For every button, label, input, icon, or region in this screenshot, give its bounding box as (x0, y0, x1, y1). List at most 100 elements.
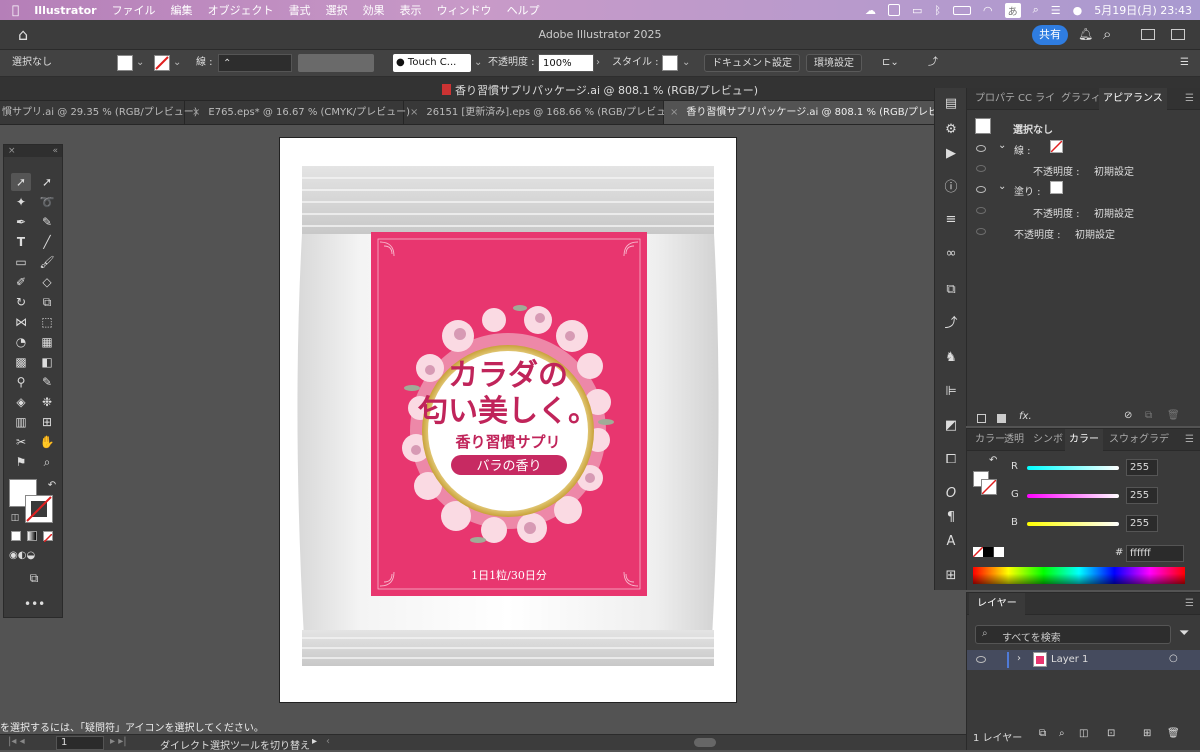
zoom-tool-icon[interactable]: ⌕ (37, 453, 57, 471)
opacity-arrow-icon[interactable]: › (596, 54, 600, 72)
r-value[interactable]: 255 (1126, 459, 1158, 476)
align-icon[interactable]: ⊏⌄ (882, 54, 899, 72)
scale-tool-icon[interactable]: ⧉ (37, 293, 57, 311)
target-icon[interactable]: ○ (1169, 653, 1178, 664)
export-icon[interactable]: ⤴ (928, 54, 938, 72)
opacity-field[interactable]: 100% (538, 54, 594, 72)
tab-document-2[interactable]: × E765.eps* @ 16.67 % (CMYK/プレビュー) (186, 101, 410, 124)
menubar-clock[interactable]: 5月19日(月) 23:43 (1094, 2, 1192, 18)
brush-definition[interactable]: ● Touch C... (393, 54, 471, 72)
black-swatch[interactable] (983, 547, 993, 557)
tab-swatches[interactable]: スウォ (1109, 429, 1139, 451)
menu-file[interactable]: ファイル (112, 2, 156, 18)
new-layer-icon[interactable]: ⊞ (1143, 728, 1151, 739)
opentype-icon[interactable]: O (943, 486, 959, 502)
ime-indicator[interactable]: あ (1004, 2, 1021, 18)
swap-colors-icon[interactable]: ↶ (42, 477, 62, 495)
g-value[interactable]: 255 (1126, 487, 1158, 504)
panel-layout-icon[interactable] (1141, 29, 1155, 40)
pathfinder-icon[interactable]: ◩ (943, 418, 959, 434)
character-icon[interactable]: A (943, 534, 959, 550)
align-panel-icon[interactable]: ≡ (943, 212, 959, 228)
creative-cloud-icon[interactable]: ☁ (865, 4, 876, 17)
variable-width-field[interactable] (298, 54, 374, 72)
add-fill-icon[interactable] (997, 414, 1006, 423)
shaper-tool-icon[interactable]: ✐ (11, 273, 31, 291)
align-objects-icon[interactable]: ⊫ (943, 384, 959, 400)
menu-effect[interactable]: 効果 (363, 2, 385, 18)
rotate-tool-icon[interactable]: ↻ (11, 293, 31, 311)
eye-icon[interactable] (976, 145, 986, 152)
status-menu-icon[interactable]: ▸ (312, 736, 317, 747)
close-icon[interactable]: × (670, 107, 678, 118)
search-icon[interactable]: ⌕ (1033, 3, 1039, 17)
tab-document-1[interactable]: 慣サプリ.ai @ 29.35 % (RGB/プレビュー) (0, 101, 198, 124)
clear-appearance-icon[interactable]: ⊘ (1124, 410, 1132, 421)
apple-icon[interactable]:  (12, 3, 19, 17)
menu-object[interactable]: オブジェクト (208, 2, 274, 18)
delete-layer-icon[interactable]: 🗑︎ (1167, 728, 1180, 739)
fill-opacity-label[interactable]: 不透明度 : (1033, 205, 1080, 220)
pen-tool-icon[interactable]: ✒ (11, 213, 31, 231)
page-number-field[interactable]: 1 (56, 736, 104, 750)
graph-tool-icon[interactable]: ▥ (11, 413, 31, 431)
none-swatch[interactable] (972, 546, 984, 558)
gear-icon[interactable]: ⚙ (943, 122, 959, 138)
add-effect-icon[interactable]: fx. (1019, 411, 1032, 422)
swap-icon[interactable]: ↶ (989, 455, 997, 466)
add-stroke-icon[interactable] (977, 414, 986, 423)
g-slider[interactable] (1027, 494, 1119, 498)
next-page-icon[interactable]: ▸ ▸| (110, 736, 127, 747)
screen-mode-icon[interactable]: ⧉ (24, 569, 44, 587)
puppet-warp-icon[interactable]: ⚑ (11, 453, 31, 471)
lasso-icon[interactable]: ➰ (37, 193, 57, 211)
hex-value[interactable]: ffffff (1126, 545, 1184, 562)
filter-icon[interactable]: ⏷ (1179, 626, 1189, 641)
magic-wand-icon[interactable]: ✦ (11, 193, 31, 211)
puppet-icon[interactable]: ♞ (943, 350, 959, 366)
panel-menu-icon[interactable]: ☰ (1185, 429, 1194, 451)
tab-layers[interactable]: レイヤー (969, 593, 1025, 615)
layers-search-input[interactable]: ⌕ すべてを検索 (975, 625, 1171, 644)
document-setup-button[interactable]: ドキュメント設定 (704, 54, 800, 72)
locate-object-icon[interactable]: ⌕ (1059, 728, 1065, 739)
tab-gradient[interactable]: グラデ (1139, 429, 1169, 451)
eyedropper-icon[interactable]: ⚲ (11, 373, 31, 391)
tab-color-guide[interactable]: カラー (975, 429, 1005, 451)
battery-icon[interactable] (952, 5, 971, 15)
wifi-icon[interactable]: ◠ (983, 4, 993, 17)
tab-cc-libraries[interactable]: CC ライ (1018, 88, 1055, 110)
eye-icon[interactable] (976, 207, 986, 214)
selection-tool-icon[interactable]: ➚ (11, 173, 31, 191)
more-options-icon[interactable]: ☰ (1180, 54, 1189, 72)
curvature-tool-icon[interactable]: ✎ (37, 213, 57, 231)
scroll-left-icon[interactable]: ‹ (326, 736, 330, 747)
gradient-mode-icon[interactable] (27, 531, 37, 541)
white-swatch[interactable] (994, 547, 1004, 557)
hand-tool-icon[interactable]: ✋ (37, 433, 57, 451)
draw-mode-icon[interactable]: ◉◐◒ (9, 547, 35, 565)
first-page-icon[interactable]: |◂ ◂ (8, 736, 25, 747)
r-slider[interactable] (1027, 466, 1119, 470)
paintbrush-icon[interactable]: 🖌︎ (37, 253, 57, 271)
transform-icon[interactable]: ⧠ (943, 452, 959, 468)
toolbox-header[interactable]: × « (4, 145, 62, 157)
blend-tool-icon[interactable]: ◈ (11, 393, 31, 411)
menu-window[interactable]: ウィンドウ (437, 2, 492, 18)
eye-icon[interactable] (976, 656, 986, 663)
free-transform-icon[interactable]: ⬚ (37, 313, 57, 331)
eye-icon[interactable] (976, 228, 986, 235)
stroke-none-swatch[interactable] (1050, 140, 1063, 153)
arrange-icon[interactable] (1171, 29, 1185, 40)
symbol-sprayer-icon[interactable]: ❉ (37, 393, 57, 411)
chevron-down-icon[interactable]: ⌄ (998, 140, 1006, 151)
color-stroke-box[interactable] (981, 479, 997, 495)
collect-export-icon[interactable]: ⧉ (1039, 728, 1046, 739)
stroke-opacity-value[interactable]: 初期設定 (1094, 163, 1134, 178)
stroke-dropdown-icon[interactable]: ⌄ (173, 54, 181, 72)
control-center-icon[interactable]: ☰ (1051, 4, 1061, 17)
properties-icon[interactable]: ▤ (943, 96, 959, 112)
tab-appearance[interactable]: アピアランス (1099, 88, 1167, 110)
artboards-icon[interactable]: ⊞ (943, 568, 959, 584)
default-colors-icon[interactable]: ◫ (5, 509, 25, 527)
